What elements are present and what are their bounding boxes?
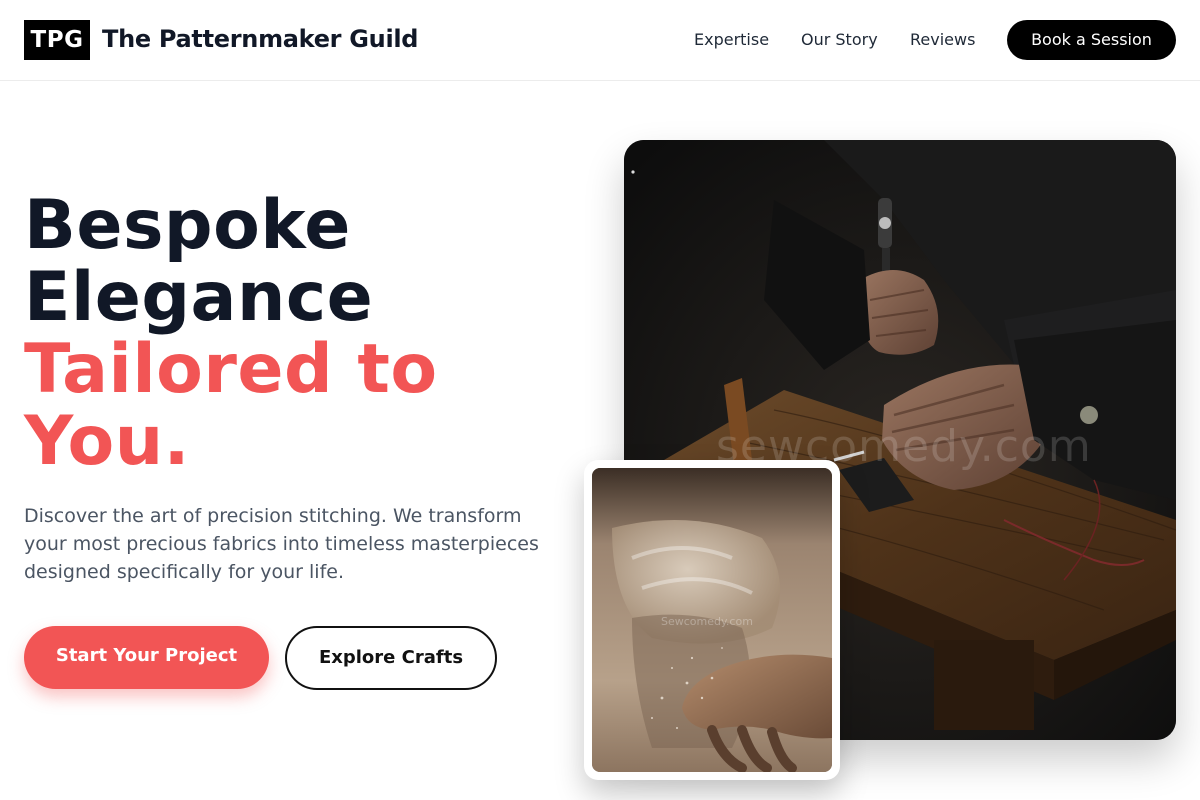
inset-image-watermark: Sewcomedy.com <box>661 615 753 628</box>
book-session-button[interactable]: Book a Session <box>1007 20 1176 60</box>
explore-crafts-button[interactable]: Explore Crafts <box>285 626 497 690</box>
hero-title-line-2: Elegance <box>24 258 374 337</box>
hero-inset-card: Sewcomedy.com <box>584 460 840 780</box>
nav-link-our-story[interactable]: Our Story <box>801 29 878 51</box>
start-project-button[interactable]: Start Your Project <box>24 626 269 689</box>
hero-accent-line-1: Tailored to <box>24 330 438 409</box>
hero-description: Discover the art of precision stitching.… <box>24 505 539 583</box>
nav-link-expertise[interactable]: Expertise <box>694 29 769 51</box>
hero-accent-line-2: You. <box>24 402 190 481</box>
hero-title-line-1: Bespoke <box>24 186 351 265</box>
hero-inset-image: Sewcomedy.com <box>592 468 832 772</box>
hero-title: Bespoke Elegance Tailored to You. <box>24 190 584 478</box>
logo-mark[interactable]: TPG <box>24 20 90 60</box>
brand-name[interactable]: The Patternmaker Guild <box>102 22 418 56</box>
nav-link-reviews[interactable]: Reviews <box>910 29 975 51</box>
site-header: TPG The Patternmaker Guild Expertise Our… <box>0 0 1200 81</box>
